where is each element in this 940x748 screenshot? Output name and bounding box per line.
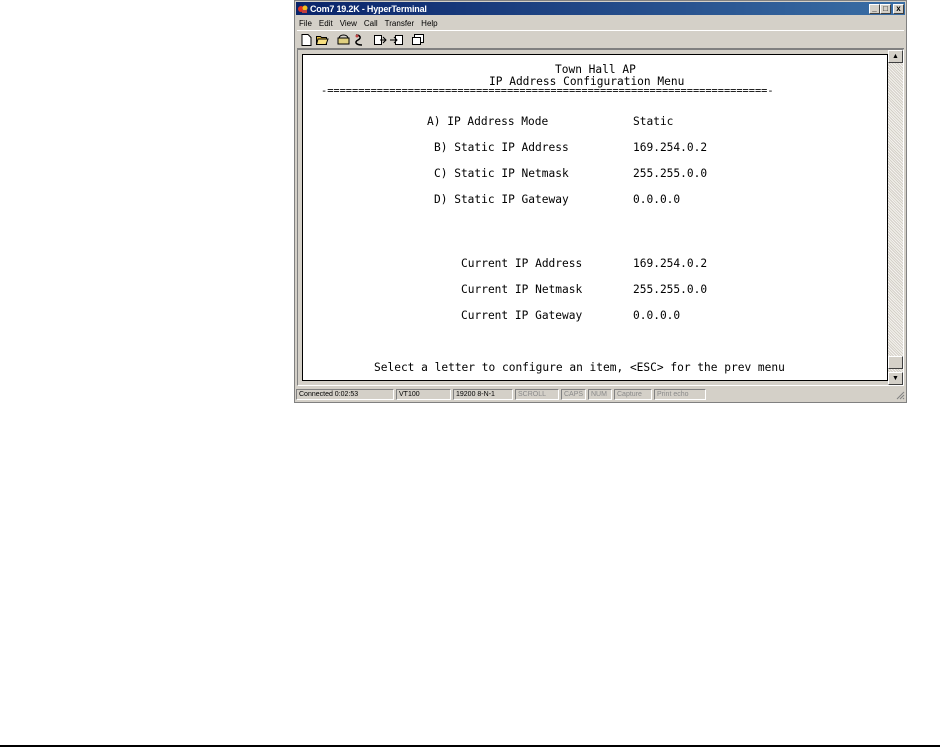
current-label: Current IP Address	[461, 257, 583, 270]
option-label: B) Static IP Address	[434, 141, 569, 154]
status-bar: Connected 0:02:53 VT100 19200 8-N-1 SCRO…	[296, 388, 905, 401]
status-settings: 19200 8-N-1	[453, 389, 513, 400]
scroll-thumb[interactable]	[888, 356, 903, 369]
option-label: D) Static IP Gateway	[434, 193, 569, 206]
receive-icon[interactable]	[389, 33, 404, 47]
current-value: 0.0.0.0	[633, 309, 681, 322]
current-label: Current IP Netmask	[461, 283, 583, 296]
menu-help[interactable]: Help	[421, 19, 437, 28]
connect-icon[interactable]	[336, 33, 351, 47]
status-capture: Capture	[614, 389, 652, 400]
hyperterminal-window: Com7 19.2K - HyperTerminal _ □ x File Ed…	[294, 0, 907, 403]
menu-transfer[interactable]: Transfer	[385, 19, 415, 28]
resize-grip-icon[interactable]	[895, 390, 905, 400]
minimize-button[interactable]: _	[869, 3, 880, 14]
status-caps: CAPS	[561, 389, 586, 400]
window-title: Com7 19.2K - HyperTerminal	[310, 3, 427, 14]
new-icon[interactable]	[299, 33, 314, 47]
status-scroll: SCROLL	[515, 389, 559, 400]
close-button[interactable]: x	[893, 3, 904, 14]
status-num: NUM	[588, 389, 612, 400]
properties-icon[interactable]	[410, 33, 425, 47]
disconnect-icon[interactable]	[352, 33, 367, 47]
hyperterminal-app-icon	[298, 4, 308, 14]
scroll-down-icon[interactable]: ▼	[888, 372, 903, 385]
scroll-up-icon[interactable]: ▲	[888, 50, 903, 63]
option-label: C) Static IP Netmask	[434, 167, 569, 180]
open-icon[interactable]	[315, 33, 330, 47]
current-label: Current IP Gateway	[461, 309, 583, 322]
menu-prompt: Select a letter to configure an item, <E…	[374, 361, 785, 374]
maximize-button[interactable]: □	[880, 3, 891, 14]
send-icon[interactable]	[373, 33, 388, 47]
option-value: 255.255.0.0	[633, 167, 708, 180]
option-value: 169.254.0.2	[633, 141, 708, 154]
terminal-screen[interactable]: Town Hall AP IP Address Configuration Me…	[302, 54, 888, 381]
status-connected: Connected 0:02:53	[296, 389, 394, 400]
menu-bar: File Edit View Call Transfer Help	[297, 17, 904, 29]
title-bar[interactable]: Com7 19.2K - HyperTerminal _ □ x	[296, 2, 905, 15]
page-bottom-rule	[0, 745, 940, 747]
current-value: 169.254.0.2	[633, 257, 708, 270]
current-value: 255.255.0.0	[633, 283, 708, 296]
toolbar	[297, 30, 904, 49]
menu-rule: -=======================================…	[321, 85, 774, 97]
option-value: Static	[633, 115, 674, 128]
vertical-scrollbar[interactable]: ▲ ▼	[888, 50, 903, 385]
status-emulation: VT100	[396, 389, 451, 400]
terminal-client-area: Town Hall AP IP Address Configuration Me…	[297, 49, 904, 386]
option-label: A) IP Address Mode	[427, 115, 549, 128]
menu-view[interactable]: View	[340, 19, 357, 28]
menu-edit[interactable]: Edit	[319, 19, 333, 28]
status-print-echo: Print echo	[654, 389, 706, 400]
menu-call[interactable]: Call	[364, 19, 378, 28]
menu-file[interactable]: File	[299, 19, 312, 28]
option-value: 0.0.0.0	[633, 193, 681, 206]
